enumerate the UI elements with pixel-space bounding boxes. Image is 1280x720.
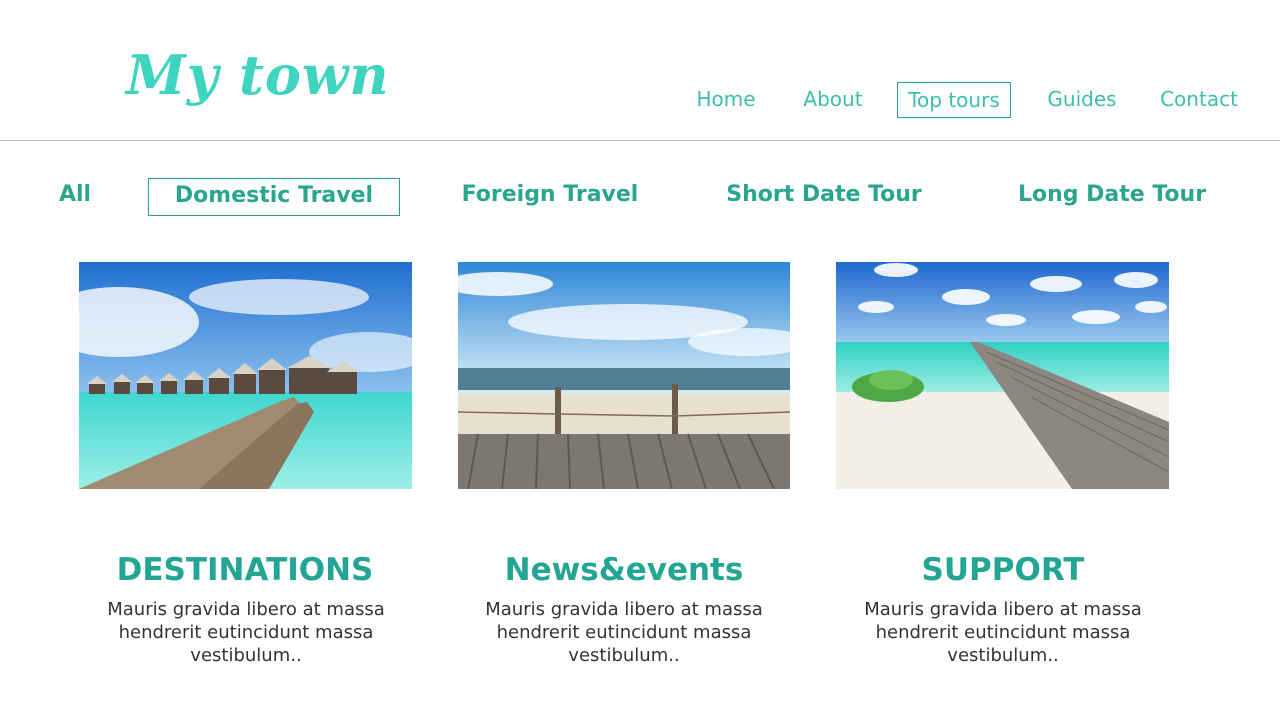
nav-about[interactable]: About	[796, 82, 870, 118]
support-title[interactable]: SUPPORT	[823, 550, 1183, 590]
tour-filter-tabs: All Domestic Travel Foreign Travel Short…	[0, 178, 1280, 218]
news-events-description: Mauris gravida libero at massa hendrerit…	[485, 599, 763, 666]
support-description: Mauris gravida libero at massa hendrerit…	[864, 599, 1142, 666]
nav-home[interactable]: Home	[690, 82, 762, 118]
news-events-title[interactable]: News&events	[444, 550, 804, 590]
filter-all[interactable]: All	[52, 178, 98, 216]
pier-image	[836, 262, 1169, 489]
destinations-title[interactable]: DESTINATIONS	[65, 550, 425, 590]
nav-guides[interactable]: Guides	[1040, 82, 1124, 118]
filter-long-date-tour[interactable]: Long Date Tour	[1016, 178, 1208, 216]
header-divider	[0, 140, 1280, 141]
support-photo[interactable]	[836, 262, 1169, 489]
news-events-photo[interactable]	[458, 262, 790, 489]
nav-contact[interactable]: Contact	[1152, 82, 1246, 118]
filter-domestic-travel[interactable]: Domestic Travel	[148, 178, 400, 216]
beach-boardwalk-image	[458, 262, 790, 489]
filter-short-date-tour[interactable]: Short Date Tour	[726, 178, 922, 216]
destinations-description: Mauris gravida libero at massa hendrerit…	[107, 599, 385, 666]
nav-top-tours[interactable]: Top tours	[897, 82, 1011, 118]
main-nav: Home About Top tours Guides Contact	[0, 82, 1280, 120]
destinations-photo[interactable]	[79, 262, 412, 489]
overwater-villas-image	[79, 262, 412, 489]
filter-foreign-travel[interactable]: Foreign Travel	[460, 178, 640, 216]
